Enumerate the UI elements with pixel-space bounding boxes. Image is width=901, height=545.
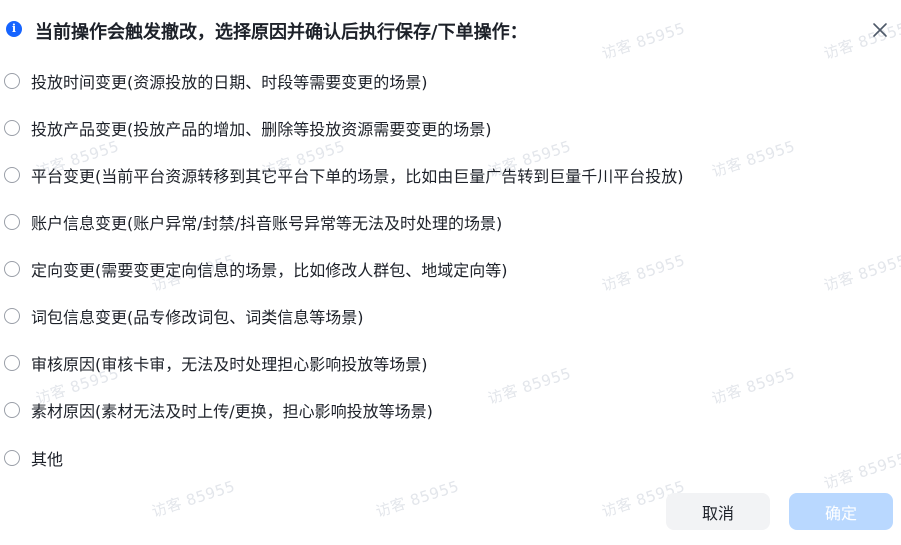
radio-button[interactable] xyxy=(4,308,20,324)
radio-option[interactable]: 账户信息变更(账户异常/封禁/抖音账号异常等无法及时处理的场景) xyxy=(4,210,502,234)
radio-option[interactable]: 词包信息变更(品专修改词包、词类信息等场景) xyxy=(4,304,364,328)
radio-option-label: 平台变更(当前平台资源转移到其它平台下单的场景，比如由巨量广告转到巨量千川平台投… xyxy=(31,167,684,186)
radio-button[interactable] xyxy=(4,402,20,418)
modify-reason-dialog: 访客 85955 访客 85955 访客 85955 访客 85955 访客 8… xyxy=(0,0,901,545)
dialog-footer: 取消 确定 xyxy=(0,493,901,531)
radio-option-label: 账户信息变更(账户异常/封禁/抖音账号异常等无法及时处理的场景) xyxy=(31,214,503,233)
radio-option-label: 素材原因(素材无法及时上传/更换，担心影响投放等场景) xyxy=(31,402,433,421)
radio-button[interactable] xyxy=(4,355,20,371)
watermark: 访客 85955 xyxy=(709,137,798,181)
radio-button[interactable] xyxy=(4,214,20,230)
dialog-header: i 当前操作会触发撤改，选择原因并确认后执行保存/下单操作： xyxy=(0,14,901,44)
radio-option[interactable]: 其他 xyxy=(4,446,63,470)
radio-button[interactable] xyxy=(4,120,20,136)
watermark: 访客 85955 xyxy=(821,449,901,493)
close-icon[interactable] xyxy=(870,20,890,40)
watermark: 访客 85955 xyxy=(485,364,574,408)
radio-option-label: 词包信息变更(品专修改词包、词类信息等场景) xyxy=(31,308,364,327)
watermark: 访客 85955 xyxy=(709,364,798,408)
info-icon: i xyxy=(6,21,22,37)
watermark: 访客 85955 xyxy=(599,251,688,295)
radio-button[interactable] xyxy=(4,167,20,183)
radio-button[interactable] xyxy=(4,261,20,277)
dialog-title: 当前操作会触发撤改，选择原因并确认后执行保存/下单操作： xyxy=(35,22,528,43)
watermark: 访客 85955 xyxy=(821,251,901,295)
radio-option-label: 其他 xyxy=(31,450,64,469)
radio-button[interactable] xyxy=(4,450,20,466)
cancel-button[interactable]: 取消 xyxy=(666,493,770,530)
radio-option[interactable]: 投放产品变更(投放产品的增加、删除等投放资源需要变更的场景) xyxy=(4,116,492,140)
radio-button[interactable] xyxy=(4,73,20,89)
radio-option[interactable]: 审核原因(审核卡审，无法及时处理担心影响投放等场景) xyxy=(4,351,428,375)
radio-option-label: 定向变更(需要变更定向信息的场景，比如修改人群包、地域定向等) xyxy=(31,261,508,280)
radio-option-label: 投放时间变更(资源投放的日期、时段等需要变更的场景) xyxy=(31,73,428,92)
radio-option[interactable]: 素材原因(素材无法及时上传/更换，担心影响投放等场景) xyxy=(4,398,433,422)
radio-option[interactable]: 定向变更(需要变更定向信息的场景，比如修改人群包、地域定向等) xyxy=(4,257,508,281)
radio-option[interactable]: 投放时间变更(资源投放的日期、时段等需要变更的场景) xyxy=(4,69,428,93)
radio-option-label: 审核原因(审核卡审，无法及时处理担心影响投放等场景) xyxy=(31,355,428,374)
radio-option[interactable]: 平台变更(当前平台资源转移到其它平台下单的场景，比如由巨量广告转到巨量千川平台投… xyxy=(4,163,684,187)
confirm-button[interactable]: 确定 xyxy=(789,493,893,530)
radio-option-label: 投放产品变更(投放产品的增加、删除等投放资源需要变更的场景) xyxy=(31,120,492,139)
